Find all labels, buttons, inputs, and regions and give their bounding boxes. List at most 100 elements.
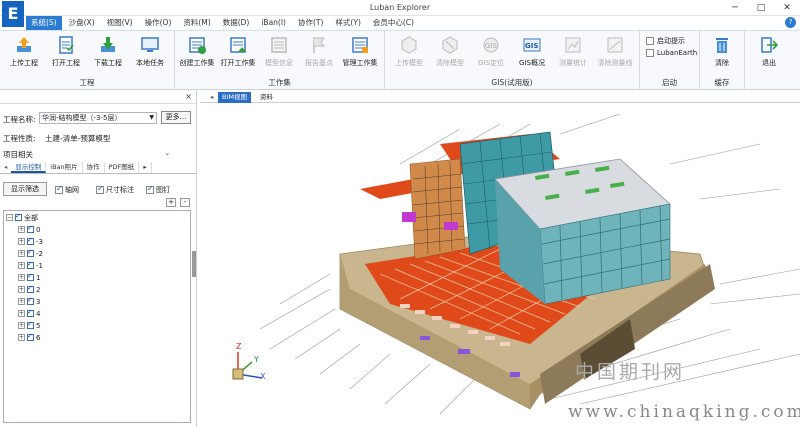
panel-splitter-handle[interactable] <box>192 251 196 277</box>
upload-project-button[interactable]: 上传工程 <box>4 35 44 69</box>
dimension-checkbox[interactable]: 尺寸标注 <box>96 184 134 195</box>
expand-icon[interactable]: + <box>18 250 25 257</box>
expand-icon[interactable]: + <box>18 310 25 317</box>
tree-checkbox[interactable] <box>27 248 34 257</box>
tree-checkbox[interactable] <box>27 236 34 245</box>
bim-3d-viewport[interactable]: Z Y X <box>200 104 800 427</box>
project-name-select[interactable]: 华润-结构模型（-3-5层） ▼ <box>39 112 157 124</box>
tree-checkbox[interactable] <box>27 224 34 233</box>
menu-tab-materials[interactable]: 资料(M) <box>178 16 215 30</box>
gis-locate-button[interactable]: GIS GIS定位 <box>471 35 511 69</box>
upload-model-icon <box>401 36 417 54</box>
tree-item[interactable]: +-2 <box>18 248 43 259</box>
tab-collab[interactable]: 协作 <box>83 162 105 173</box>
tree-item[interactable]: +0 <box>18 224 40 235</box>
menu-tab-style[interactable]: 样式(Y) <box>330 16 365 30</box>
tree-checkbox[interactable] <box>15 212 22 221</box>
tree-root[interactable]: − 全部 <box>6 212 38 223</box>
tree-checkbox[interactable] <box>27 332 34 341</box>
manage-workset-icon <box>352 37 368 53</box>
axis-grid-checkbox[interactable]: 轴网 <box>55 184 79 195</box>
help-icon[interactable]: ? <box>785 17 796 28</box>
more-button[interactable]: 更多... <box>161 111 191 124</box>
tab-display-control[interactable]: 显示控制 <box>11 162 47 173</box>
menu-tab-collab[interactable]: 协作(T) <box>293 16 328 30</box>
expand-icon[interactable]: + <box>18 322 25 329</box>
expand-icon[interactable]: + <box>18 238 25 245</box>
open-workset-button[interactable]: 打开工作集 <box>218 35 258 69</box>
collapse-icon[interactable]: − <box>6 214 13 221</box>
download-icon <box>101 37 115 52</box>
menu-tab-operate[interactable]: 操作(O) <box>140 16 177 30</box>
chevron-down-icon[interactable]: ⌄ <box>164 148 170 157</box>
menu-tab-iban[interactable]: iBan(I) <box>256 16 291 30</box>
expand-icon[interactable]: + <box>18 226 25 233</box>
tree-checkbox[interactable] <box>27 272 34 281</box>
manage-workset-button[interactable]: 管理工作集 <box>340 35 380 69</box>
gis-locate-icon: GIS <box>483 37 499 53</box>
tab-materials[interactable]: 资料 <box>256 92 277 103</box>
menu-tab-data[interactable]: 数据(D) <box>218 16 255 30</box>
expand-icon[interactable]: + <box>18 298 25 305</box>
minimize-icon[interactable]: ─ <box>722 0 748 16</box>
lubanearth-checkbox[interactable]: LubanEarth <box>646 49 697 57</box>
startup-tip-checkbox[interactable]: 启动提示 <box>646 36 685 46</box>
create-workset-button[interactable]: 创建工作集 <box>177 35 217 69</box>
axis-label-z: Z <box>236 342 242 351</box>
expand-icon[interactable]: + <box>18 262 25 269</box>
measure-stats-button[interactable]: 测量统计 <box>553 35 593 69</box>
display-filter-button[interactable]: 显示筛选 <box>3 182 47 196</box>
project-related-label: 项目相关 <box>3 150 33 159</box>
tree-checkbox[interactable] <box>27 308 34 317</box>
exit-button[interactable]: 退出 <box>749 35 789 69</box>
tab-scroll-right-icon[interactable]: ▸ <box>139 162 152 173</box>
collapse-all-button[interactable]: - <box>180 198 190 207</box>
tree-item[interactable]: +5 <box>18 320 40 331</box>
tree-item[interactable]: +-3 <box>18 236 43 247</box>
tree-checkbox[interactable] <box>27 260 34 269</box>
expand-icon[interactable]: + <box>18 334 25 341</box>
pushpin-checkbox[interactable]: 图钉 <box>146 184 170 195</box>
open-project-button[interactable]: 打开工程 <box>46 35 86 69</box>
ribbon-group-label: 工程 <box>79 78 95 87</box>
tab-pdf-drawings[interactable]: PDF图纸 <box>105 162 140 173</box>
panel-close-icon[interactable]: × <box>185 92 192 101</box>
maximize-icon[interactable]: □ <box>748 0 774 16</box>
tree-item[interactable]: +6 <box>18 332 40 343</box>
tab-scroll-left-icon[interactable]: ◂ <box>0 162 11 173</box>
expand-icon[interactable]: + <box>18 286 25 293</box>
tree-item[interactable]: +3 <box>18 296 40 307</box>
menu-tab-member[interactable]: 会员中心(C) <box>368 16 419 30</box>
project-type-value: 土建-清单-预算模型 <box>45 134 111 143</box>
document-tabs: ◂ BIM视图 资料 <box>200 91 800 103</box>
download-project-button[interactable]: 下载工程 <box>88 35 128 69</box>
expand-all-button[interactable]: + <box>166 198 176 207</box>
tab-bim-view[interactable]: BIM视图 <box>218 92 251 103</box>
clear-measure-button[interactable]: 清除测量线 <box>595 35 635 69</box>
tree-checkbox[interactable] <box>27 296 34 305</box>
local-tasks-button[interactable]: 本地任务 <box>130 35 170 69</box>
tree-item[interactable]: +-1 <box>18 260 43 271</box>
tab-iban-photos[interactable]: iBan照片 <box>46 162 83 173</box>
clear-cache-button[interactable]: 清除 <box>702 35 742 69</box>
close-icon[interactable]: ✕ <box>774 0 800 16</box>
tree-item[interactable]: +1 <box>18 272 40 283</box>
menu-bar: 系统(S) 沙盘(X) 视图(V) 操作(O) 资料(M) 数据(D) iBan… <box>0 16 800 30</box>
menu-tab-view[interactable]: 视图(V) <box>102 16 138 30</box>
menu-tab-system[interactable]: 系统(S) <box>26 16 62 30</box>
tree-item[interactable]: +2 <box>18 284 40 295</box>
expand-icon[interactable]: + <box>18 274 25 281</box>
tree-checkbox[interactable] <box>27 320 34 329</box>
svg-text:GIS: GIS <box>485 42 497 50</box>
tree-item[interactable]: +4 <box>18 308 40 319</box>
upload-model-button[interactable]: 上传模型 <box>389 35 429 69</box>
report-basepoint-button[interactable]: 报告基点 <box>299 35 339 69</box>
building-model-render[interactable] <box>200 104 800 427</box>
gis-overview-button[interactable]: GIS GIS概况 <box>512 35 552 69</box>
clear-model-button[interactable]: 清除模型 <box>430 35 470 69</box>
model-info-button[interactable]: 模型信息 <box>259 35 299 69</box>
app-logo[interactable]: E <box>2 1 24 27</box>
tab-list-icon[interactable]: ◂ <box>206 92 217 103</box>
tree-checkbox[interactable] <box>27 284 34 293</box>
menu-tab-sandbox[interactable]: 沙盘(X) <box>64 16 100 30</box>
